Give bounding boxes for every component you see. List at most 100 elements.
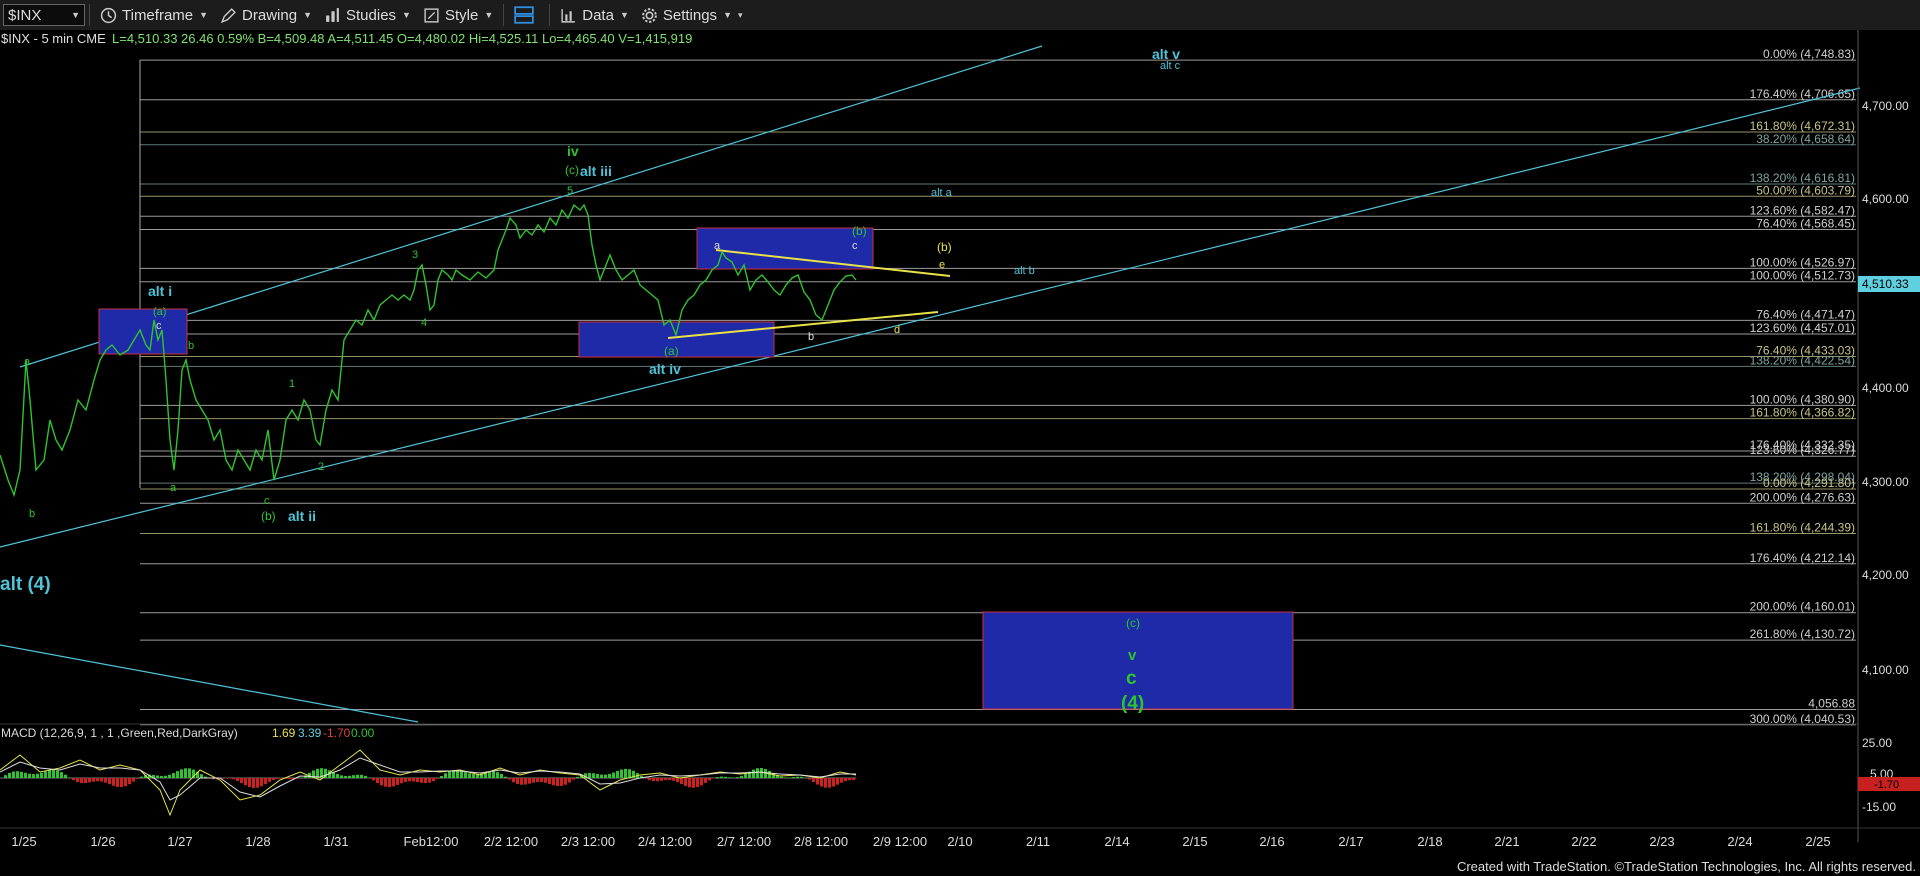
wave-label-b-paren-green: (b) (852, 224, 867, 238)
macd-histogram-bar (448, 771, 451, 778)
macd-histogram-bar (688, 778, 691, 788)
macd-histogram-bar (656, 778, 659, 782)
macd-histogram-bar (616, 770, 619, 778)
macd-histogram-bar (240, 778, 243, 784)
macd-histogram-bar (164, 775, 167, 778)
macd-histogram-bar (472, 774, 475, 778)
macd-histogram-bar (600, 774, 603, 778)
settings-menu-button[interactable]: Settings ▼ ▾ (635, 2, 749, 28)
chart-quote-stats: L=4,510.33 26.46 0.59% B=4,509.48 A=4,51… (112, 31, 692, 46)
macd-histogram-bar (300, 777, 303, 778)
macd-histogram-bar (364, 775, 367, 778)
macd-histogram-bar (200, 774, 203, 778)
time-axis-label: 2/21 (1494, 834, 1519, 849)
time-axis-label: 2/11 (1026, 834, 1050, 849)
wave-label-c-target: c (1126, 668, 1137, 689)
macd-histogram-bar (28, 773, 31, 778)
style-menu-button[interactable]: Style ▼ (417, 2, 499, 28)
footer-copyright: Created with TradeStation. ©TradeStation… (1456, 859, 1916, 874)
macd-histogram-bar (572, 778, 575, 780)
macd-histogram-bar (112, 778, 115, 786)
macd-histogram-bar (376, 778, 379, 784)
wave-label-alt-iv: alt iv (649, 361, 681, 377)
wave-label-e: e (939, 259, 945, 271)
chart-background (0, 30, 1920, 876)
time-axis-label: 2/14 (1104, 834, 1129, 849)
studies-menu-button[interactable]: Studies ▼ (318, 2, 417, 28)
timeframe-menu-button[interactable]: Timeframe ▼ (94, 2, 214, 28)
macd-histogram-bar (352, 775, 355, 778)
macd-histogram-bar (128, 778, 131, 785)
macd-histogram-bar (360, 774, 363, 778)
price-chart[interactable]: $INX - 5 min CME L=4,510.33 26.46 0.59% … (0, 30, 1920, 876)
macd-histogram-bar (404, 778, 407, 782)
macd-histogram-bar (180, 769, 183, 778)
time-axis-label: Feb12:00 (404, 834, 459, 849)
chevron-down-icon[interactable]: ▼ (71, 10, 80, 20)
wave-label-c-mid: c (156, 320, 162, 332)
macd-histogram-bar (252, 778, 255, 788)
wave-label-1: 1 (289, 378, 295, 390)
macd-histogram-bar (588, 772, 591, 778)
time-axis-label: 2/16 (1259, 834, 1284, 849)
time-axis-label: 2/10 (947, 834, 972, 849)
data-menu-button[interactable]: Data ▼ (554, 2, 635, 28)
macd-histogram-bar (136, 778, 139, 779)
toolbar-divider (89, 4, 90, 26)
toolbar-divider (549, 4, 551, 26)
macd-histogram-bar (120, 778, 123, 788)
macd-tick: 25.00 (1862, 736, 1892, 750)
macd-histogram-bar (244, 778, 247, 786)
macd-histogram-bar (348, 775, 351, 778)
wave-label-c-low: c (264, 495, 270, 507)
macd-histogram-bar (4, 775, 7, 778)
wave-label-c-paren: (c) (565, 163, 579, 177)
wave-label-c-paren-target: (c) (1126, 616, 1140, 630)
price-tick: 4,100.00 (1862, 663, 1909, 677)
studies-label: Studies (346, 6, 397, 24)
macd-value-1: 1.69 (272, 726, 296, 740)
layout-button[interactable] (508, 2, 545, 28)
macd-histogram-bar (536, 778, 539, 783)
wave-label-2: 2 (318, 461, 324, 473)
macd-histogram-bar (752, 769, 755, 778)
drawing-menu-button[interactable]: Drawing ▼ (214, 2, 318, 28)
wave-label-alt-b: alt b (1014, 265, 1035, 277)
studies-icon (326, 7, 339, 22)
clock-icon (100, 7, 117, 23)
macd-histogram-bar (176, 771, 179, 778)
macd-histogram-bar (384, 778, 387, 787)
macd-histogram-bar (172, 773, 175, 778)
macd-histogram-bar (64, 774, 67, 778)
symbol-input[interactable]: $INX ▼ (3, 4, 85, 26)
wave-label-v-target: v (1128, 647, 1137, 664)
fib-level-label: 0.00% (4,291.80) (1763, 476, 1855, 490)
macd-histogram-bar (84, 778, 87, 784)
wave-label-b-low2: b (808, 331, 814, 343)
macd-histogram-bar (48, 770, 51, 778)
macd-histogram-bar (504, 776, 507, 778)
macd-histogram-bar (468, 773, 471, 778)
macd-histogram-bar (16, 771, 19, 778)
macd-histogram-bar (52, 769, 55, 778)
macd-histogram-bar (708, 778, 711, 781)
macd-histogram-bar (704, 778, 707, 783)
macd-histogram-bar (256, 778, 259, 788)
macd-histogram-bar (396, 778, 399, 785)
wave-label-a-paren-top: (a) (153, 306, 166, 318)
macd-histogram-bar (156, 775, 159, 778)
wave-label-b-paren-yellow: (b) (937, 240, 952, 254)
price-tick: 4,400.00 (1862, 381, 1909, 395)
fib-level-label: 261.80% (4,130.72) (1750, 627, 1855, 641)
macd-histogram-bar (108, 778, 111, 785)
time-axis-label: 2/22 (1571, 834, 1596, 849)
macd-histogram-bar (808, 778, 811, 780)
chevron-down-icon: ▼ (199, 10, 209, 20)
macd-histogram-bar (424, 778, 427, 784)
macd-histogram-bar (608, 773, 611, 778)
macd-histogram-bar (416, 778, 419, 783)
macd-histogram-bar (796, 776, 799, 778)
chart-symbol-label: $INX - 5 min CME (1, 31, 106, 46)
time-axis-label: 1/28 (245, 834, 270, 849)
macd-histogram-bar (512, 778, 515, 783)
